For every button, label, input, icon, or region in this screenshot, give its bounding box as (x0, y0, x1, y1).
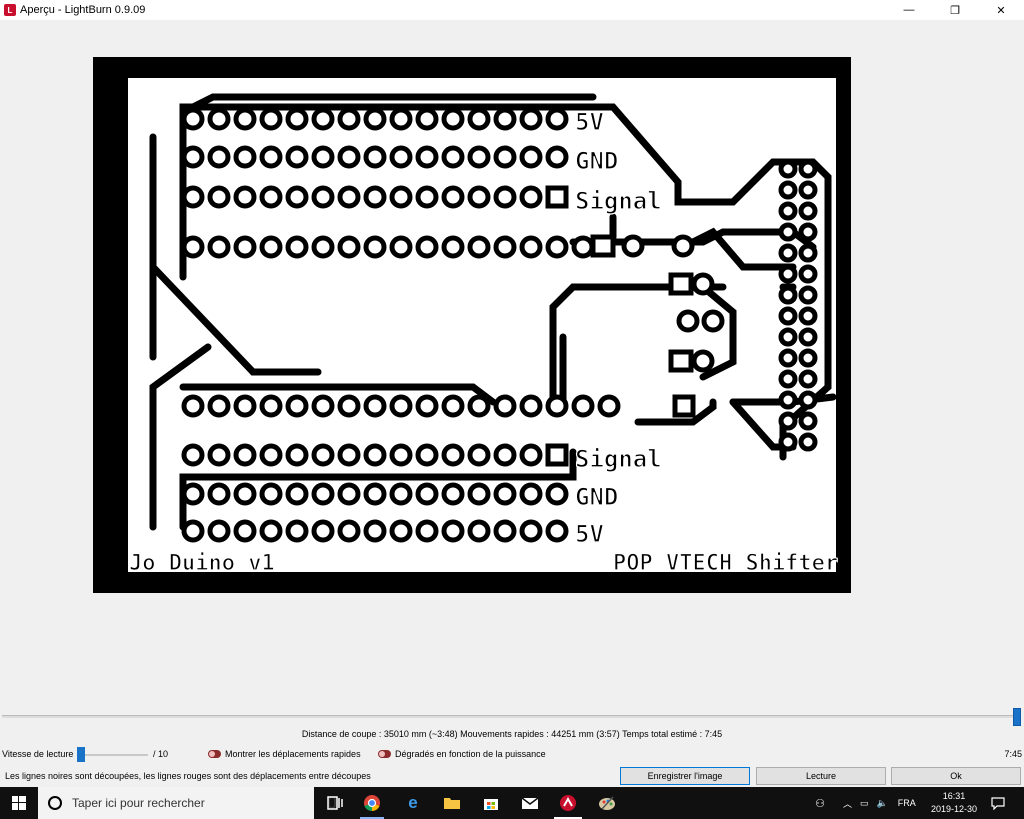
label-jo-duino: Jo Duino v1 (129, 551, 275, 576)
ok-button[interactable]: Ok (891, 767, 1021, 785)
task-view-icon[interactable] (325, 793, 345, 813)
speed-slider-track[interactable] (80, 754, 148, 756)
taskbar-search[interactable]: Taper ici pour rechercher (38, 787, 336, 819)
lightburn-app-icon: L (4, 4, 16, 16)
chrome-icon[interactable] (362, 793, 382, 813)
clock-time: 16:31 (942, 791, 966, 801)
window-controls: — ❐ ✕ (886, 0, 1024, 20)
progress-slider-track[interactable] (2, 715, 1020, 718)
mail-icon[interactable] (520, 793, 540, 813)
label-bottom-gnd: GND (575, 483, 618, 511)
title-bar: L Aperçu - LightBurn 0.9.09 — ❐ ✕ (0, 0, 1024, 20)
cortana-icon (48, 796, 62, 810)
label-top-signal: Signal (575, 187, 662, 215)
edge-icon[interactable]: e (403, 793, 423, 813)
start-button[interactable] (0, 787, 38, 819)
power-gradient-toggle[interactable] (378, 750, 391, 758)
label-top-gnd: GND (575, 147, 618, 175)
play-button[interactable]: Lecture (756, 767, 886, 785)
windows-logo-icon (12, 796, 26, 810)
playback-controls: Vitesse de lecture / 10 Montrer les dépl… (0, 747, 1024, 763)
people-icon[interactable]: ⚇ (810, 793, 830, 813)
store-icon[interactable] (481, 793, 501, 813)
lightburn-taskbar-icon[interactable] (558, 793, 578, 813)
file-explorer-icon[interactable] (442, 793, 462, 813)
notification-center-icon[interactable] (988, 793, 1008, 813)
label-bottom-signal: Signal (575, 445, 662, 473)
power-gradient-label: Dégradés en fonction de la puissance (395, 749, 546, 759)
paint-icon[interactable] (597, 793, 617, 813)
system-tray: ︿ ▭ 🔈 FRA (843, 787, 916, 819)
speed-max-label: / 10 (153, 749, 169, 759)
show-hidden-icons-icon[interactable]: ︿ (843, 797, 852, 810)
elapsed-time: 7:45 (1004, 749, 1022, 759)
legend-note: Les lignes noires sont découpées, les li… (5, 771, 371, 781)
volume-icon[interactable]: 🔈 (877, 798, 888, 809)
language-indicator[interactable]: FRA (898, 798, 916, 808)
taskbar-clock[interactable]: 16:31 2019-12-30 (926, 790, 982, 816)
progress-slider-handle[interactable] (1013, 708, 1021, 726)
clock-date: 2019-12-30 (930, 804, 978, 814)
show-rapid-moves-toggle[interactable] (208, 750, 221, 758)
dialog-footer: Les lignes noires sont découpées, les li… (0, 767, 1024, 786)
save-image-button[interactable]: Enregistrer l'image (620, 767, 750, 785)
network-icon[interactable]: ▭ (860, 798, 869, 809)
show-rapid-moves-label: Montrer les déplacements rapides (225, 749, 361, 759)
windows-taskbar: Taper ici pour rechercher e ⚇ ︿ ▭ 🔈 FRA … (0, 787, 1024, 819)
label-bottom-5v: 5V (575, 520, 604, 548)
preview-area: 5V GND Signal Signal GND 5V Jo Duino v1 … (0, 20, 1024, 708)
minimize-button[interactable]: — (886, 0, 932, 20)
speed-slider-handle[interactable] (77, 747, 85, 762)
search-placeholder: Taper ici pour rechercher (72, 796, 205, 810)
close-button[interactable]: ✕ (978, 0, 1024, 20)
restore-button[interactable]: ❐ (932, 0, 978, 20)
label-top-5v: 5V (575, 108, 604, 136)
label-pop-vtech: POP VTECH Shifter (613, 551, 838, 576)
cut-stats: Distance de coupe : 35010 mm (~3:48) Mou… (301, 729, 723, 739)
pcb-preview-image: 5V GND Signal Signal GND 5V Jo Duino v1 … (93, 57, 851, 593)
speed-label: Vitesse de lecture (2, 749, 74, 759)
window-title: Aperçu - LightBurn 0.9.09 (20, 4, 146, 16)
